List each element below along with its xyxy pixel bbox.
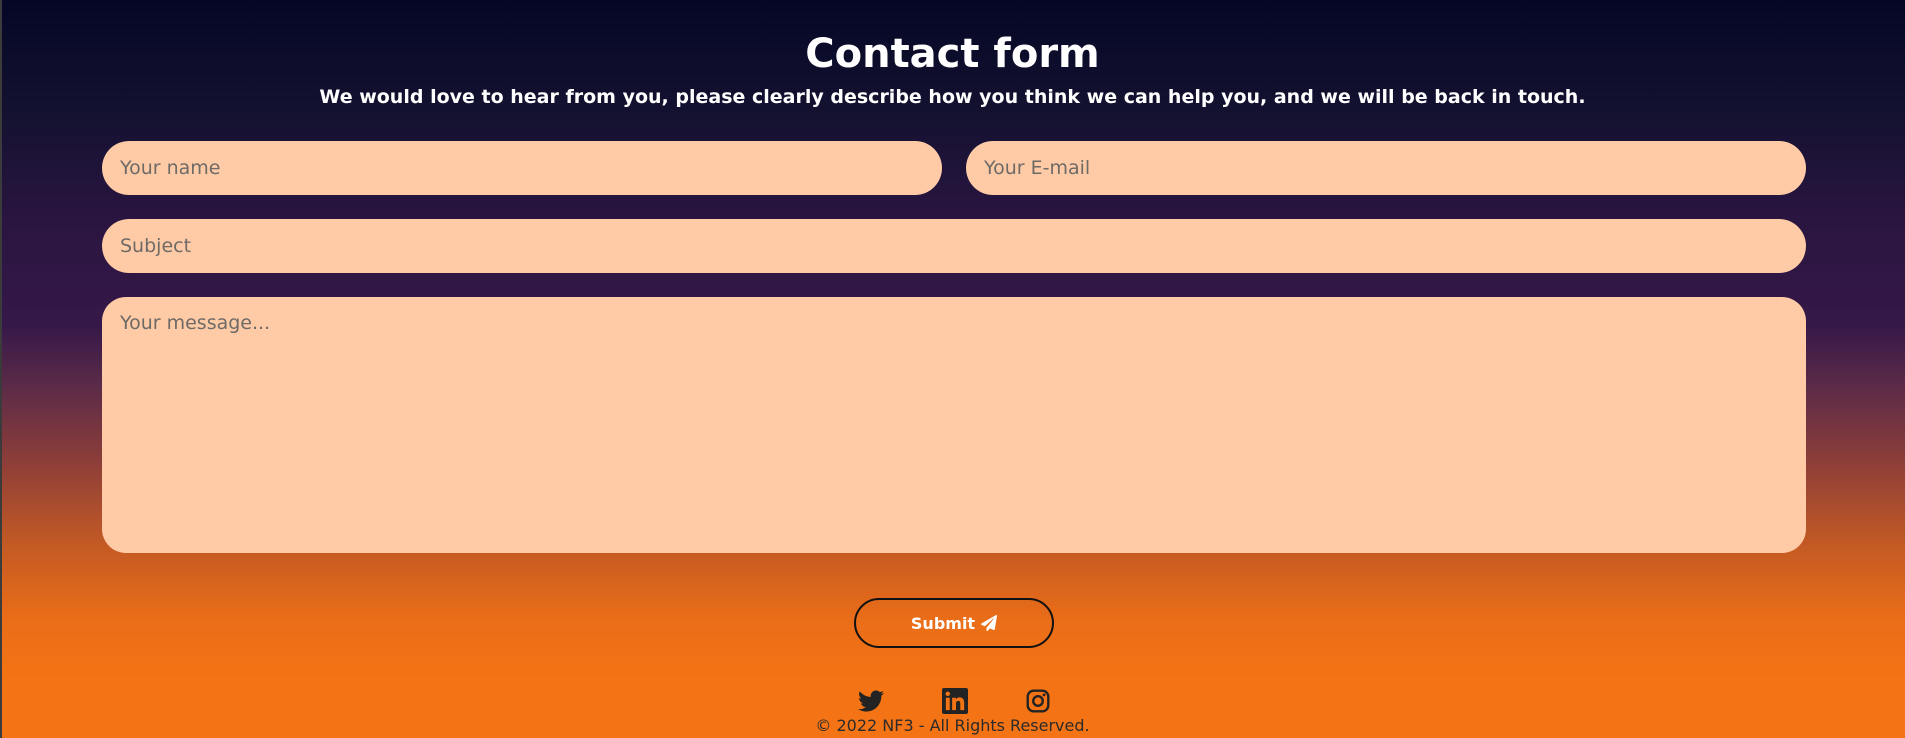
linkedin-icon (942, 688, 968, 714)
instagram-link[interactable] (1024, 688, 1052, 714)
paper-plane-icon (981, 615, 998, 631)
email-input[interactable] (966, 141, 1806, 195)
copyright-text: © 2022 NF3 - All Rights Reserved. (815, 716, 1090, 735)
submit-button[interactable]: Submit (854, 598, 1054, 648)
twitter-icon (858, 690, 884, 712)
name-input[interactable] (102, 141, 942, 195)
message-textarea[interactable] (102, 297, 1806, 553)
submit-label: Submit (910, 613, 976, 633)
linkedin-link[interactable] (941, 688, 969, 714)
subject-input[interactable] (102, 219, 1806, 273)
twitter-link[interactable] (857, 688, 885, 714)
page-subtitle: We would love to hear from you, please c… (319, 86, 1586, 108)
page-title: Contact form (805, 31, 1100, 77)
instagram-icon (1026, 689, 1050, 713)
